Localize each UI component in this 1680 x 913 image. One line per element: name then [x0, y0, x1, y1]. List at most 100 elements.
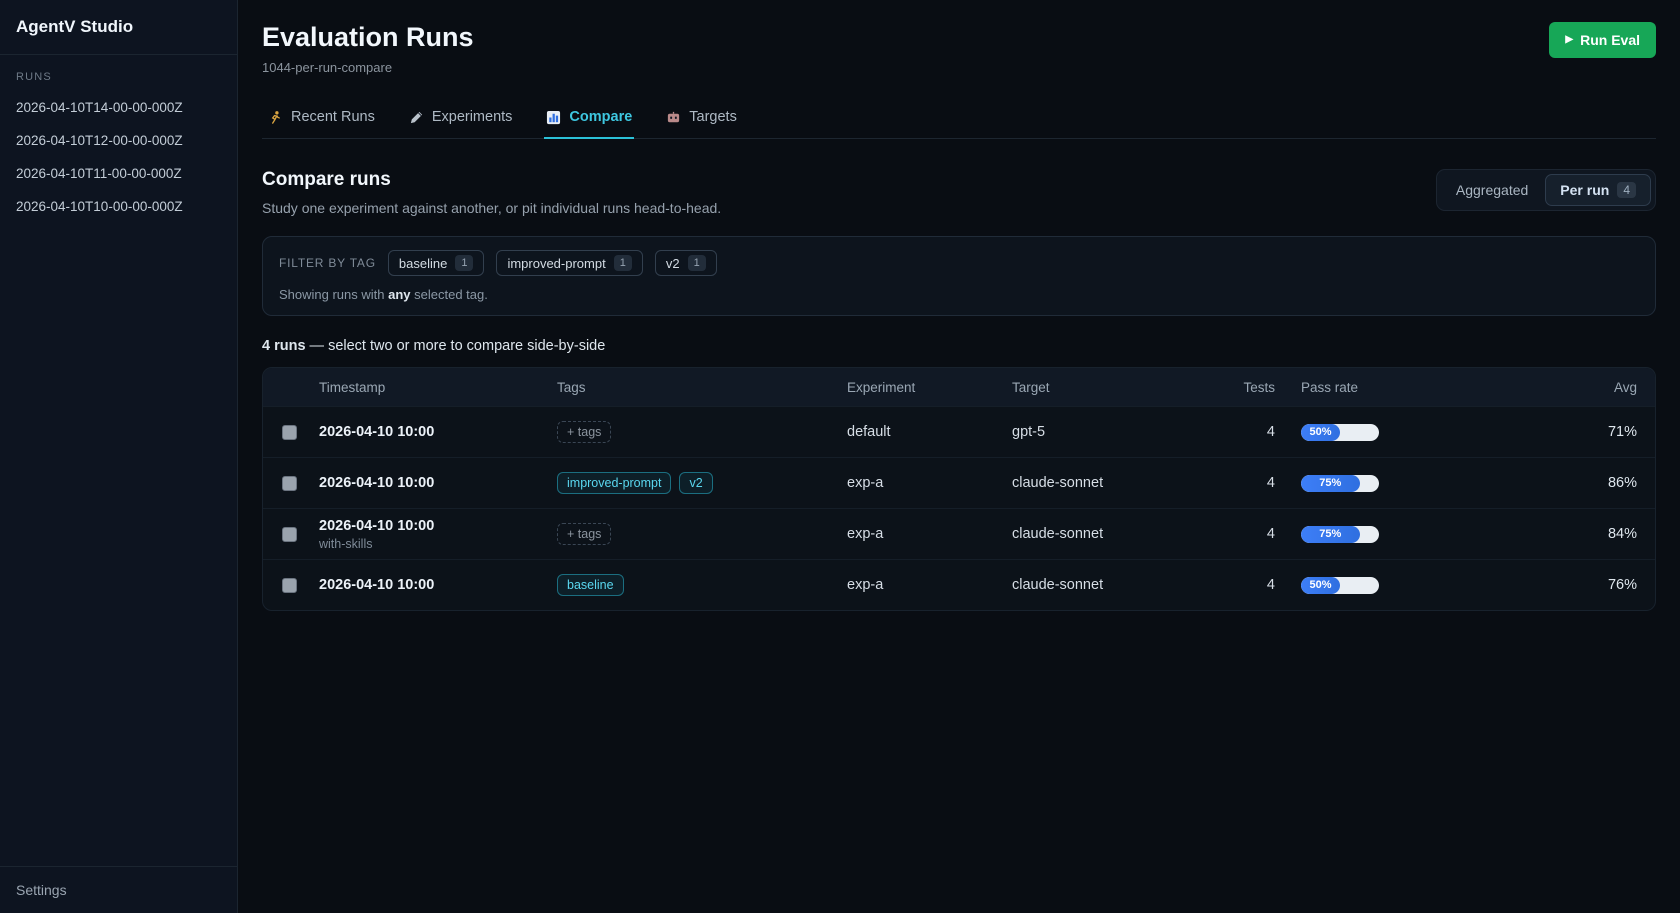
toggle-aggregated[interactable]: Aggregated: [1441, 174, 1543, 206]
runner-icon: [268, 110, 283, 125]
pencil-icon: [409, 110, 424, 125]
run-target: claude-sonnet: [1008, 526, 1233, 542]
run-tests: 4: [1233, 577, 1293, 593]
toggle-per-run[interactable]: Per run 4: [1545, 174, 1651, 206]
run-avg: 86%: [1443, 475, 1655, 491]
add-tags-button[interactable]: + tags: [557, 523, 611, 545]
filter-tag-baseline[interactable]: baseline 1: [388, 250, 485, 276]
tag-label: improved-prompt: [507, 256, 605, 271]
col-pass-rate: Pass rate: [1293, 380, 1443, 395]
run-timestamp: 2026-04-10 10:00: [319, 577, 549, 593]
run-timestamp: 2026-04-10 10:00: [319, 424, 549, 440]
tab-compare[interactable]: Compare: [544, 101, 634, 139]
col-timestamp: Timestamp: [315, 380, 553, 395]
page-header: Evaluation Runs 1044-per-run-compare ▶ R…: [262, 22, 1656, 75]
compare-subtitle: Study one experiment against another, or…: [262, 200, 721, 216]
run-tests: 4: [1233, 424, 1293, 440]
run-tag[interactable]: baseline: [557, 574, 624, 596]
pass-rate-label: 75%: [1319, 528, 1341, 540]
robot-icon: [666, 110, 681, 125]
run-experiment: default: [843, 424, 1008, 440]
table-row[interactable]: 2026-04-10 10:00 + tags default gpt-5 4 …: [263, 406, 1655, 457]
run-timestamp: 2026-04-10 10:00: [319, 518, 549, 534]
bar-chart-icon: [546, 110, 561, 125]
tab-recent-runs[interactable]: Recent Runs: [266, 101, 377, 139]
run-avg: 76%: [1443, 577, 1655, 593]
row-checkbox[interactable]: [282, 425, 297, 440]
table-row[interactable]: 2026-04-10 10:00 with-skills + tags exp-…: [263, 508, 1655, 559]
run-tag[interactable]: improved-prompt: [557, 472, 671, 494]
play-icon: ▶: [1565, 35, 1573, 45]
run-tests: 4: [1233, 475, 1293, 491]
pass-rate-bar: 50%: [1301, 424, 1379, 441]
hint-any: any: [388, 287, 410, 302]
compare-header: Compare runs Study one experiment agains…: [262, 169, 1656, 216]
run-eval-label: Run Eval: [1580, 32, 1640, 48]
tag-label: v2: [666, 256, 680, 271]
col-tests: Tests: [1233, 380, 1293, 395]
tab-targets[interactable]: Targets: [664, 101, 739, 139]
pass-rate-label: 50%: [1309, 426, 1331, 438]
filter-by-tag-card: FILTER BY TAG baseline 1 improved-prompt…: [262, 236, 1656, 316]
tab-label: Compare: [569, 109, 632, 125]
run-subtitle: with-skills: [319, 537, 549, 551]
tab-label: Recent Runs: [291, 109, 375, 125]
pass-rate-label: 75%: [1319, 477, 1341, 489]
run-avg: 84%: [1443, 526, 1655, 542]
sidebar-run-item[interactable]: 2026-04-10T14-00-00-000Z: [0, 91, 237, 124]
table-row[interactable]: 2026-04-10 10:00 improved-prompt v2 exp-…: [263, 457, 1655, 508]
run-experiment: exp-a: [843, 475, 1008, 491]
filter-hint: Showing runs with any selected tag.: [279, 287, 1639, 302]
filter-tag-improved-prompt[interactable]: improved-prompt 1: [496, 250, 642, 276]
pass-rate-bar: 75%: [1301, 526, 1379, 543]
row-checkbox[interactable]: [282, 476, 297, 491]
tab-experiments[interactable]: Experiments: [407, 101, 515, 139]
sidebar-run-item[interactable]: 2026-04-10T12-00-00-000Z: [0, 124, 237, 157]
tab-label: Experiments: [432, 109, 513, 125]
run-target: gpt-5: [1008, 424, 1233, 440]
runs-summary: 4 runs — select two or more to compare s…: [262, 338, 1656, 354]
page-subtitle: 1044-per-run-compare: [262, 60, 474, 75]
run-target: claude-sonnet: [1008, 475, 1233, 491]
run-experiment: exp-a: [843, 577, 1008, 593]
per-run-count-badge: 4: [1617, 182, 1636, 198]
sidebar-spacer: [0, 223, 237, 866]
filter-tag-v2[interactable]: v2 1: [655, 250, 717, 276]
run-tests: 4: [1233, 526, 1293, 542]
main-content: Evaluation Runs 1044-per-run-compare ▶ R…: [238, 0, 1680, 913]
settings-link[interactable]: Settings: [0, 866, 237, 913]
pass-rate-bar: 75%: [1301, 475, 1379, 492]
run-tag[interactable]: v2: [679, 472, 712, 494]
col-avg: Avg: [1443, 380, 1655, 395]
tab-label: Targets: [689, 109, 737, 125]
pass-rate-bar: 50%: [1301, 577, 1379, 594]
run-eval-button[interactable]: ▶ Run Eval: [1549, 22, 1656, 58]
col-tags: Tags: [553, 380, 843, 395]
tag-count-badge: 1: [455, 255, 473, 271]
tab-bar: Recent Runs Experiments Compare Targets: [262, 101, 1656, 139]
run-timestamp: 2026-04-10 10:00: [319, 475, 549, 491]
tag-label: baseline: [399, 256, 447, 271]
sidebar-run-item[interactable]: 2026-04-10T10-00-00-000Z: [0, 190, 237, 223]
row-checkbox[interactable]: [282, 527, 297, 542]
app-title: AgentV Studio: [0, 0, 237, 55]
table-header-row: Timestamp Tags Experiment Target Tests P…: [263, 368, 1655, 406]
col-target: Target: [1008, 380, 1233, 395]
runs-table: Timestamp Tags Experiment Target Tests P…: [262, 367, 1656, 611]
pass-rate-label: 50%: [1309, 579, 1331, 591]
table-row[interactable]: 2026-04-10 10:00 baseline exp-a claude-s…: [263, 559, 1655, 610]
add-tags-button[interactable]: + tags: [557, 421, 611, 443]
run-experiment: exp-a: [843, 526, 1008, 542]
row-checkbox[interactable]: [282, 578, 297, 593]
run-avg: 71%: [1443, 424, 1655, 440]
compare-title: Compare runs: [262, 169, 721, 191]
view-mode-toggle: Aggregated Per run 4: [1436, 169, 1656, 211]
run-target: claude-sonnet: [1008, 577, 1233, 593]
page-title: Evaluation Runs: [262, 22, 474, 53]
sidebar-run-item[interactable]: 2026-04-10T11-00-00-000Z: [0, 157, 237, 190]
filter-label: FILTER BY TAG: [279, 256, 376, 270]
tag-count-badge: 1: [614, 255, 632, 271]
col-experiment: Experiment: [843, 380, 1008, 395]
toggle-per-run-label: Per run: [1560, 182, 1609, 198]
sidebar: AgentV Studio RUNS 2026-04-10T14-00-00-0…: [0, 0, 238, 913]
